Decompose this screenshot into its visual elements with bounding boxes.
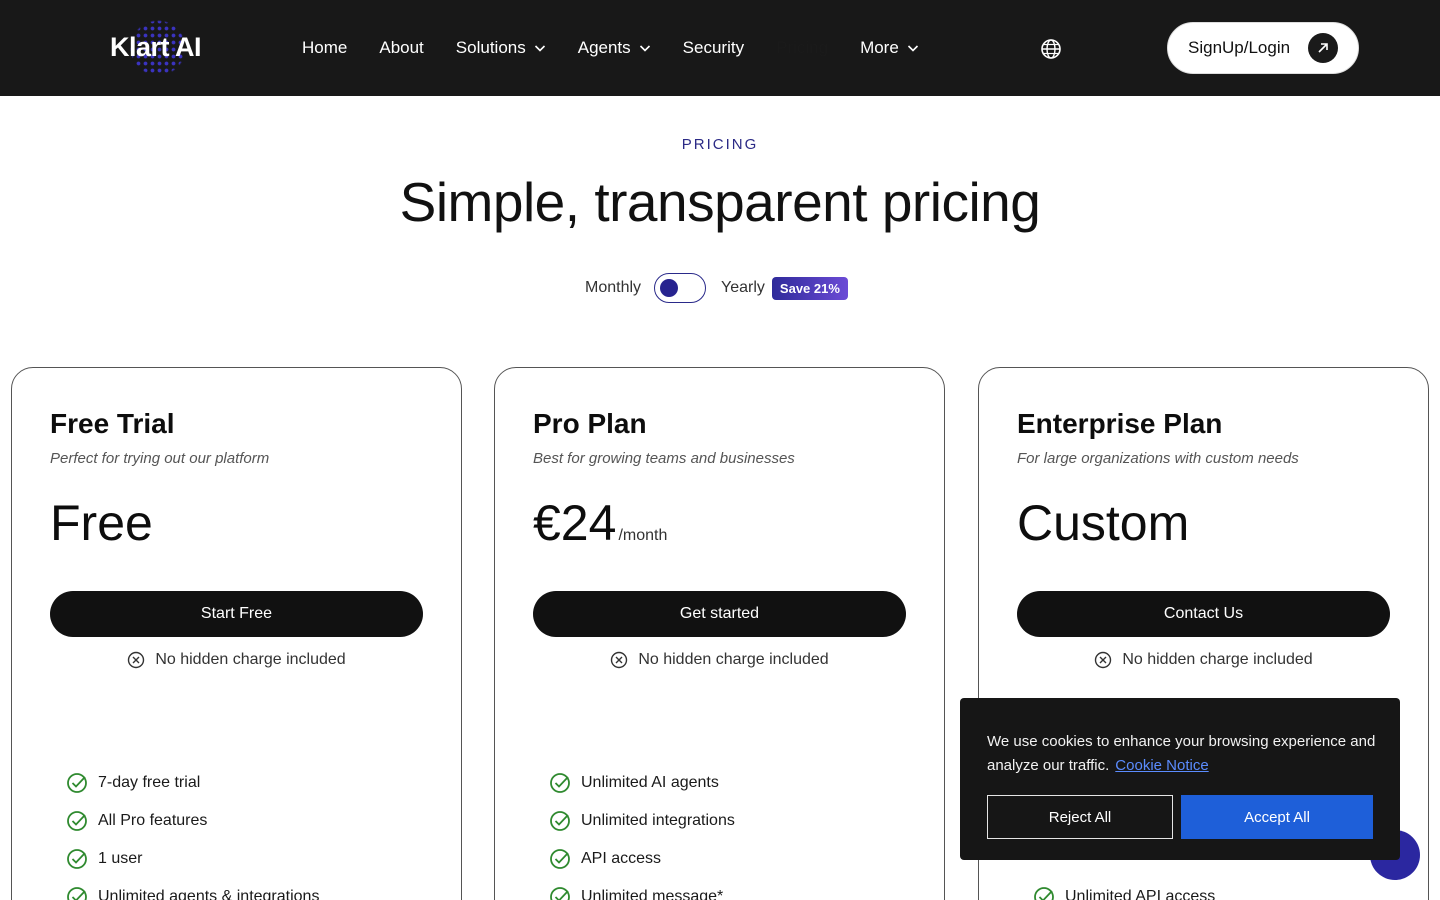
chevron-down-icon (534, 45, 545, 52)
get-started-button[interactable]: Get started (533, 591, 906, 637)
feature-item: Unlimited message* (549, 878, 735, 900)
plan-price: Free (50, 495, 153, 551)
signup-login-label: SignUp/Login (1188, 38, 1291, 57)
logo-text: Klart AI (110, 32, 202, 62)
chevron-down-icon (639, 45, 650, 52)
feature-item: All Pro features (66, 802, 319, 840)
check-circle-icon (67, 773, 87, 793)
plan-title: Free Trial (50, 408, 175, 439)
contact-us-button[interactable]: Contact Us (1017, 591, 1390, 637)
check-circle-icon (550, 773, 570, 793)
plan-note: No hidden charge included (495, 651, 944, 669)
circle-x-icon (128, 651, 145, 669)
page-title: Simple, transparent pricing (399, 171, 1041, 233)
nav-about-link[interactable]: About (379, 38, 423, 58)
chevron-down-icon (907, 45, 918, 52)
feature-item: 1 user (66, 840, 319, 878)
billing-period-toggle[interactable] (654, 273, 707, 303)
klart-ai-logo[interactable]: Klart AI (110, 18, 206, 78)
save-badge: Save 21% (771, 276, 848, 300)
plan-features: Unlimited AI agents Unlimited integratio… (549, 764, 735, 900)
feature-item: Unlimited API access (1033, 878, 1215, 900)
pricing-eyebrow: PRICING (681, 136, 759, 153)
circle-x-icon (611, 651, 628, 669)
nav-agents-dropdown[interactable]: Agents (578, 38, 651, 58)
plan-features: Unlimited API access (1033, 878, 1215, 900)
toggle-knob (660, 279, 679, 297)
plan-title: Enterprise Plan (1017, 408, 1223, 439)
check-circle-icon (550, 849, 570, 869)
nav-solutions-dropdown[interactable]: Solutions (456, 38, 546, 58)
feature-item: 7-day free trial (66, 764, 319, 802)
plan-title: Pro Plan (533, 408, 647, 439)
plan-subtitle: Best for growing teams and businesses (533, 450, 795, 467)
check-circle-icon (1034, 887, 1054, 900)
yearly-label: Yearly (721, 279, 765, 296)
billing-toggle-row: Monthly Yearly Save 21% (585, 273, 848, 303)
check-circle-icon (550, 887, 570, 900)
feature-item: Unlimited AI agents (549, 764, 735, 802)
feature-item: Unlimited agents & integrations (66, 878, 319, 900)
globe-icon[interactable] (1040, 38, 1062, 60)
feature-item: Unlimited integrations (549, 802, 735, 840)
feature-item: API access (549, 840, 735, 878)
signup-login-button[interactable]: SignUp/Login (1167, 22, 1359, 74)
nav-links: Home About Solutions Agents Security Pri… (302, 0, 919, 96)
cookie-notice-link[interactable]: Cookie Notice (1115, 757, 1208, 774)
nav-security-link[interactable]: Security (683, 38, 744, 58)
accept-all-button[interactable]: Accept All (1181, 795, 1373, 839)
plan-card-pro: Pro Plan Best for growing teams and busi… (494, 367, 945, 900)
check-circle-icon (67, 811, 87, 831)
check-circle-icon (67, 887, 87, 900)
nav-more-dropdown[interactable]: More (860, 38, 919, 58)
plan-subtitle: For large organizations with custom need… (1017, 450, 1299, 467)
top-navbar: Klart AI Home About Solutions Agents Sec… (0, 0, 1440, 96)
plan-features: 7-day free trial All Pro features 1 user… (66, 764, 319, 900)
plan-card-free-trial: Free Trial Perfect for trying out our pl… (11, 367, 462, 900)
circle-x-icon (1095, 651, 1112, 669)
plan-subtitle: Perfect for trying out our platform (50, 450, 270, 467)
plan-note: No hidden charge included (12, 651, 461, 669)
cookie-message: We use cookies to enhance your browsing … (987, 733, 1376, 774)
plan-note: No hidden charge included (979, 651, 1428, 669)
reject-all-button[interactable]: Reject All (987, 795, 1173, 839)
check-circle-icon (67, 849, 87, 869)
monthly-label: Monthly (585, 279, 642, 296)
plan-price: Custom (1017, 495, 1190, 551)
arrow-up-right-icon (1308, 33, 1338, 63)
plan-price: €24/month (533, 495, 668, 551)
check-circle-icon (550, 811, 570, 831)
start-free-button[interactable]: Start Free (50, 591, 423, 637)
nav-home-link[interactable]: Home (302, 38, 347, 58)
nav-pricing-link[interactable]: Pricing (776, 38, 828, 58)
cookie-banner: We use cookies to enhance your browsing … (960, 698, 1400, 860)
